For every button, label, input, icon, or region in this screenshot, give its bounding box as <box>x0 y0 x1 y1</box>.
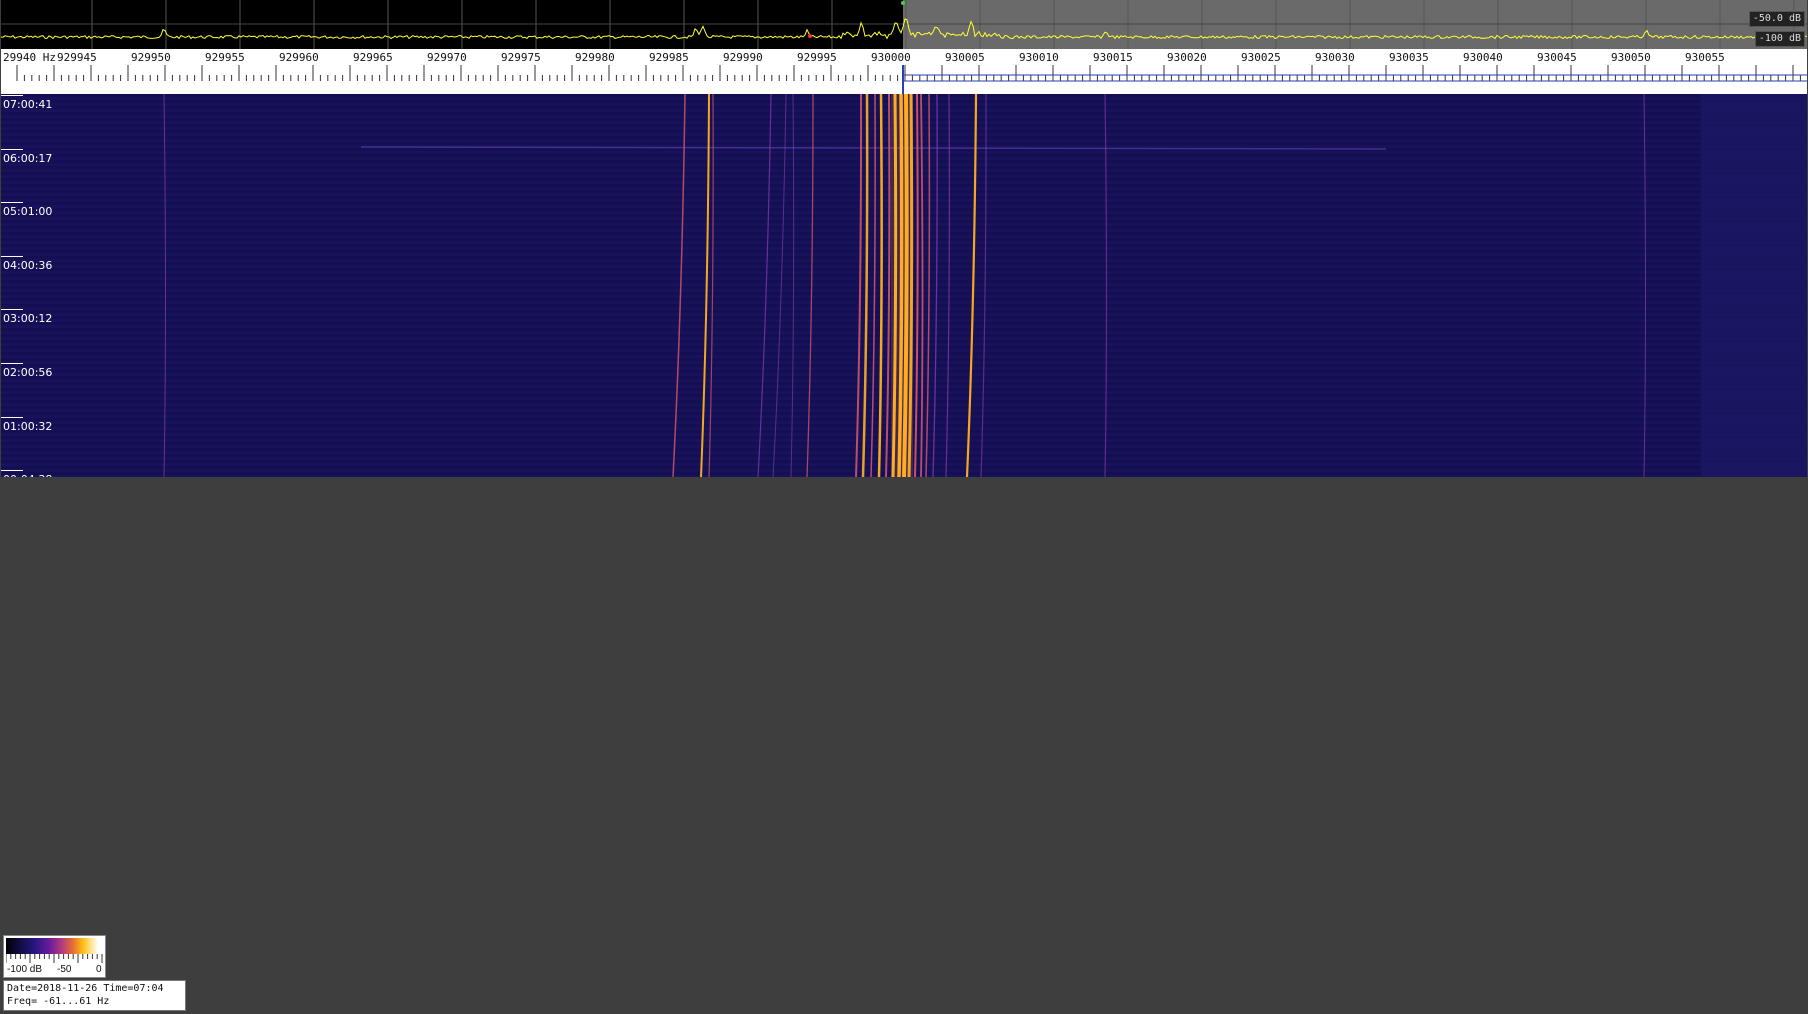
frequency-label: 929970 <box>427 51 467 64</box>
frequency-label: 930030 <box>1315 51 1355 64</box>
frequency-label: 929960 <box>279 51 319 64</box>
frequency-label: 930020 <box>1167 51 1207 64</box>
info-frequency-range: Freq= -61...61 Hz <box>7 996 110 1007</box>
frequency-label: 29940 Hz <box>3 51 56 64</box>
frequency-ticks <box>16 65 1807 94</box>
time-label: 07:00:41 <box>3 98 53 111</box>
signal-trace <box>877 94 883 477</box>
spectrum-max-db-label: -50.0 dB <box>1748 11 1805 27</box>
color-scale-label-mid: -50 <box>57 964 72 975</box>
time-label: 00:04:38 <box>3 473 52 477</box>
frequency-label: 930055 <box>1685 51 1725 64</box>
color-scale-label-min: -100 dB <box>7 964 43 975</box>
info-date-time: Date=2018-11-26 Time=07:04 <box>7 983 164 994</box>
frequency-label: 930050 <box>1611 51 1651 64</box>
color-scale-label-max: 0 <box>96 964 102 975</box>
frequency-label: 930025 <box>1241 51 1281 64</box>
frequency-label: 930045 <box>1537 51 1577 64</box>
frequency-label: 930040 <box>1463 51 1503 64</box>
time-label: 05:01:00 <box>3 205 53 219</box>
time-label: 01:00:32 <box>3 419 53 433</box>
time-label: 04:00:36 <box>3 258 53 272</box>
waterfall-display[interactable]: 07:00:41 06:00:17 05:01:00 04:00:36 03:00:12… <box>1 94 1807 477</box>
time-tick <box>1 255 23 257</box>
time-tick <box>1 202 23 204</box>
time-tick <box>1 470 23 472</box>
time-label: 06:00:17 <box>3 151 53 165</box>
frequency-label: 930035 <box>1389 51 1429 64</box>
waterfall-signals <box>1 94 1807 477</box>
cursor-marker <box>808 34 812 38</box>
spectrum-min-db-label: -100 dB <box>1754 31 1805 47</box>
frequency-label: 929980 <box>575 51 615 64</box>
capture-info-box: Date=2018-11-26 Time=07:04 Freq= -61...6… <box>3 980 186 1011</box>
frequency-label: 929985 <box>649 51 689 64</box>
frequency-label: 929950 <box>131 51 171 64</box>
frequency-ruler[interactable]: 29940 Hz 929945 929950 929955 929960 929965 92… <box>1 49 1807 94</box>
frequency-label: 929990 <box>723 51 763 64</box>
spectrum-trace <box>1 18 1807 40</box>
time-label: 02:00:56 <box>3 366 53 379</box>
spectrogram-app: -50.0 dB -100 dB 29940 Hz 929945 929950 929… <box>0 0 1808 1014</box>
time-tick <box>1 148 23 150</box>
frequency-label: 929975 <box>501 51 541 64</box>
frequency-label: 929945 <box>57 51 97 64</box>
frequency-label: 930015 <box>1093 51 1133 64</box>
frequency-label: 929965 <box>353 51 393 64</box>
peak-marker <box>901 1 905 5</box>
spectrum-panel[interactable]: -50.0 dB -100 dB <box>1 0 1807 49</box>
signal-trace <box>1104 94 1108 477</box>
frequency-label: 930010 <box>1019 51 1059 64</box>
spectrum-plot <box>1 0 1807 49</box>
signal-glow <box>891 94 913 477</box>
frequency-label: 929995 <box>797 51 837 64</box>
noise-band <box>1701 94 1807 477</box>
frequency-label: 930000 <box>871 51 911 64</box>
color-scale-gradient <box>6 938 103 954</box>
time-label: 03:00:12 <box>3 312 53 326</box>
time-tick <box>1 309 23 311</box>
frequency-labels: 29940 Hz 929945 929950 929955 929960 929965 92… <box>1 51 1807 65</box>
color-scale-ticks <box>6 954 103 963</box>
frequency-label: 930005 <box>945 51 985 64</box>
time-tick <box>1 95 23 96</box>
time-tick <box>1 363 23 364</box>
signal-trace <box>920 94 924 477</box>
frequency-label: 929955 <box>205 51 245 64</box>
color-scale-legend: -100 dB -50 0 <box>3 935 106 978</box>
time-tick <box>1 416 23 418</box>
